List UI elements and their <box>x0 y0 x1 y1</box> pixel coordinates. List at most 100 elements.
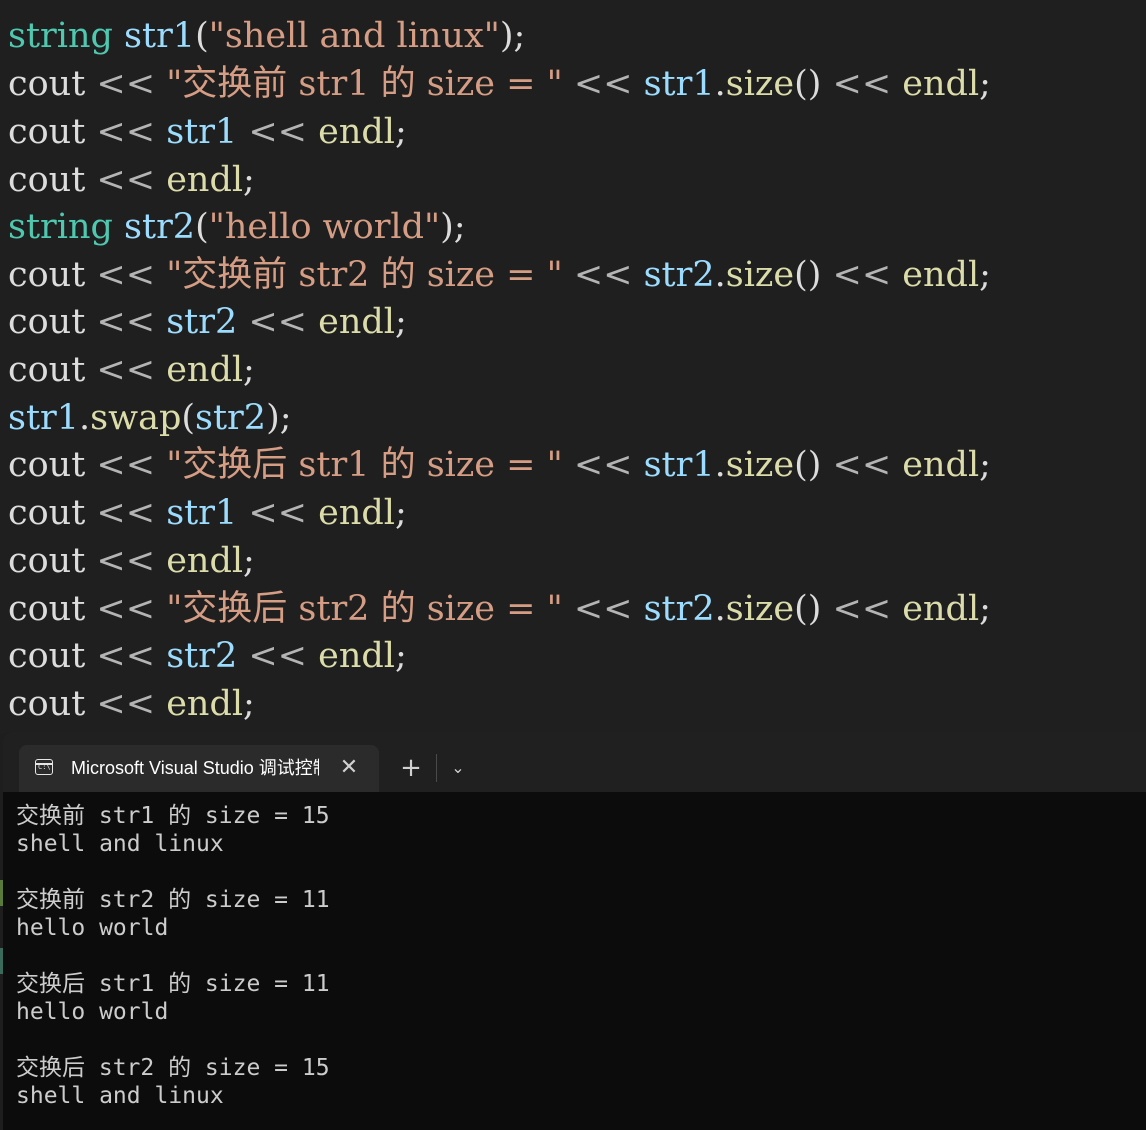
code-token: string <box>8 207 113 247</box>
code-token: ; <box>394 302 407 342</box>
code-token: endl <box>902 64 980 104</box>
code-token: cout <box>8 255 86 295</box>
code-token: "hello world" <box>208 207 441 247</box>
code-token: ; <box>243 541 255 581</box>
code-token: << <box>237 636 319 676</box>
console-tab-bar: C:\ Microsoft Visual Studio 调试控制台 ✕ + ⌄ <box>3 732 1146 792</box>
new-tab-icon[interactable]: + <box>397 754 425 782</box>
code-token: str1 <box>166 493 238 533</box>
code-token: << <box>562 445 644 485</box>
console-output-line: 交换后 str1 的 size = 11 <box>16 971 330 997</box>
console-tab[interactable]: C:\ Microsoft Visual Studio 调试控制台 ✕ <box>19 745 379 792</box>
code-token: endl <box>318 636 395 676</box>
console-output-line: hello world <box>16 999 169 1025</box>
code-token: << <box>85 350 167 390</box>
code-token: << <box>85 302 167 342</box>
code-token: ; <box>979 64 991 104</box>
code-token: str1 <box>166 112 238 152</box>
code-token: << <box>85 541 167 581</box>
code-token: << <box>85 589 167 629</box>
code-token: cout <box>8 160 86 200</box>
code-token: endl <box>318 112 395 152</box>
code-token: ); <box>440 207 466 247</box>
code-token: << <box>85 255 167 295</box>
code-token: cout <box>8 302 86 342</box>
code-token: . <box>714 445 726 485</box>
code-token: << <box>821 64 903 104</box>
code-line: string str1("shell and linux"); <box>8 14 525 58</box>
code-token: cout <box>8 589 86 629</box>
code-token: cout <box>8 636 86 676</box>
code-token: () <box>794 445 822 485</box>
code-token: ); <box>499 16 526 56</box>
code-line: cout << "交换前 str1 的 size = " << str1.siz… <box>8 62 991 106</box>
code-token: << <box>85 684 167 724</box>
code-token: str2 <box>195 398 267 438</box>
code-token: "交换前 str2 的 size = " <box>166 255 563 295</box>
code-token: size <box>725 589 795 629</box>
code-line: cout << "交换后 str2 的 size = " << str2.siz… <box>8 587 991 631</box>
code-token: ; <box>979 589 991 629</box>
code-token: endl <box>318 493 395 533</box>
code-token: endl <box>166 160 244 200</box>
code-token: swap <box>90 398 182 438</box>
code-token: << <box>821 255 903 295</box>
console-output-line: hello world <box>16 915 169 941</box>
code-line: string str2("hello world"); <box>8 205 466 249</box>
code-editor[interactable]: string str1("shell and linux"); cout << "… <box>0 0 1146 734</box>
code-token: str2 <box>124 207 196 247</box>
code-token: "交换前 str1 的 size = " <box>166 64 563 104</box>
code-token: "交换后 str1 的 size = " <box>166 445 563 485</box>
code-line: cout << endl; <box>8 682 255 726</box>
code-token: endl <box>902 589 980 629</box>
close-tab-icon[interactable]: ✕ <box>337 756 361 780</box>
console-output-line: 交换前 str1 的 size = 15 <box>16 803 330 829</box>
chevron-down-icon[interactable]: ⌄ <box>445 754 471 782</box>
console-tab-title: Microsoft Visual Studio 调试控制台 <box>71 758 319 778</box>
code-token: << <box>85 493 167 533</box>
console-output-line: shell and linux <box>16 1083 224 1109</box>
code-token: ); <box>266 398 292 438</box>
code-token: string <box>8 16 113 56</box>
code-token: << <box>85 160 167 200</box>
code-token: size <box>725 255 795 295</box>
code-token: ; <box>979 445 991 485</box>
code-token: . <box>79 398 91 438</box>
code-token: cout <box>8 350 86 390</box>
code-token: str1 <box>8 398 80 438</box>
code-token: endl <box>902 255 980 295</box>
code-token: ( <box>195 207 209 247</box>
code-token: ; <box>394 112 407 152</box>
code-token: size <box>725 445 795 485</box>
console-output-line: 交换前 str2 的 size = 11 <box>16 887 330 913</box>
code-token: << <box>85 636 167 676</box>
code-token: endl <box>318 302 395 342</box>
code-line: cout << str1 << endl; <box>8 110 407 154</box>
code-token: << <box>237 112 319 152</box>
code-token: ; <box>243 684 255 724</box>
code-line: cout << "交换前 str2 的 size = " << str2.siz… <box>8 253 991 297</box>
code-line: cout << str2 << endl; <box>8 300 407 344</box>
code-token: cout <box>8 64 86 104</box>
code-token: . <box>714 589 726 629</box>
code-token: endl <box>902 445 980 485</box>
console-icon: C:\ <box>35 759 53 775</box>
code-token: . <box>714 64 726 104</box>
code-token: << <box>562 589 644 629</box>
code-token: cout <box>8 112 86 152</box>
code-token: str1 <box>124 16 196 56</box>
code-token: "shell and linux" <box>208 16 500 56</box>
console-output-line: 交换后 str2 的 size = 15 <box>16 1055 330 1081</box>
code-token: ; <box>243 160 255 200</box>
code-line: cout << str2 << endl; <box>8 634 407 678</box>
code-token: endl <box>166 350 244 390</box>
code-token: cout <box>8 445 86 485</box>
code-token: << <box>821 589 903 629</box>
code-token: ; <box>394 636 407 676</box>
code-line: cout << endl; <box>8 348 255 392</box>
debug-console-window: C:\ Microsoft Visual Studio 调试控制台 ✕ + ⌄ … <box>3 732 1146 1130</box>
code-token: cout <box>8 493 86 533</box>
console-output-line: shell and linux <box>16 831 224 857</box>
code-token: str2 <box>643 255 715 295</box>
